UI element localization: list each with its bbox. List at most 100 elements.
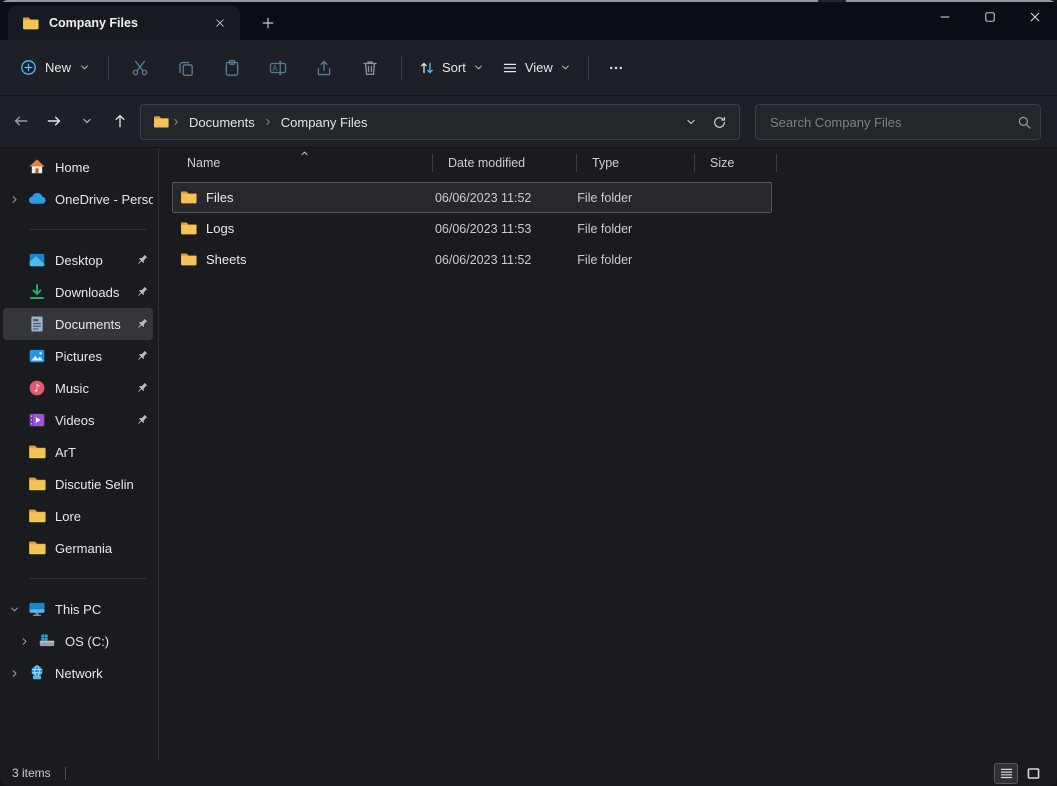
chevron-right-icon[interactable] bbox=[3, 194, 25, 205]
address-bar[interactable]: Documents Company Files bbox=[140, 104, 740, 140]
toolbar-divider bbox=[588, 56, 589, 80]
chevron-right-icon[interactable] bbox=[13, 636, 35, 647]
details-view-icon bbox=[999, 766, 1014, 781]
desktop-icon bbox=[25, 251, 49, 269]
minimize-button[interactable] bbox=[922, 0, 967, 34]
sort-ascending-icon bbox=[299, 148, 310, 159]
file-name-cell: Logs bbox=[173, 220, 431, 237]
items-count: 3 items bbox=[12, 766, 51, 780]
search-box[interactable] bbox=[755, 104, 1041, 140]
close-icon bbox=[1028, 10, 1042, 24]
share-icon bbox=[315, 59, 333, 77]
chevron-right-icon[interactable] bbox=[3, 668, 25, 679]
file-name-cell: Files bbox=[173, 189, 431, 206]
rename-button[interactable]: A bbox=[255, 50, 301, 86]
sidebar-item-this-pc[interactable]: This PC bbox=[3, 593, 153, 625]
recent-locations-button[interactable] bbox=[70, 104, 103, 138]
music-icon: ♪ bbox=[25, 379, 49, 397]
search-icon bbox=[1017, 115, 1032, 130]
close-tab-icon[interactable] bbox=[208, 11, 232, 35]
close-window-button[interactable] bbox=[1012, 0, 1057, 34]
paste-button[interactable] bbox=[209, 50, 255, 86]
sidebar-item-pictures[interactable]: Pictures bbox=[3, 340, 153, 372]
pin-icon bbox=[131, 349, 153, 363]
new-tab-button[interactable] bbox=[254, 9, 282, 37]
forward-button[interactable] bbox=[37, 104, 70, 138]
sidebar-item-label: Music bbox=[55, 381, 131, 396]
navigation-bar: Documents Company Files bbox=[0, 96, 1057, 148]
plus-circle-icon bbox=[20, 59, 37, 76]
delete-icon bbox=[361, 59, 379, 77]
column-header-type[interactable]: Type bbox=[577, 148, 695, 178]
folder-icon[interactable] bbox=[153, 114, 169, 130]
copy-button[interactable] bbox=[163, 50, 209, 86]
share-button[interactable] bbox=[301, 50, 347, 86]
column-header-name[interactable]: Name bbox=[172, 148, 433, 178]
network-icon bbox=[25, 664, 49, 682]
pictures-icon bbox=[25, 347, 49, 365]
maximize-button[interactable] bbox=[967, 0, 1012, 34]
search-input[interactable] bbox=[768, 114, 1017, 131]
sidebar-item-music[interactable]: ♪ Music bbox=[3, 372, 153, 404]
svg-text:♪: ♪ bbox=[34, 384, 40, 395]
address-dropdown-button[interactable] bbox=[677, 108, 705, 136]
sidebar-item-documents[interactable]: Documents bbox=[3, 308, 153, 340]
arrow-left-icon bbox=[13, 113, 29, 129]
breadcrumb-item-company-files[interactable]: Company Files bbox=[275, 112, 374, 133]
sidebar-item-home[interactable]: Home bbox=[3, 151, 153, 183]
folder-icon bbox=[25, 443, 49, 461]
sidebar-item-label: Desktop bbox=[55, 253, 131, 268]
sidebar-item-network[interactable]: Network bbox=[3, 657, 153, 689]
statusbar-divider bbox=[65, 767, 66, 780]
file-row-files[interactable]: Files06/06/2023 11:52File folder bbox=[172, 182, 772, 213]
file-name: Files bbox=[206, 190, 233, 205]
delete-button[interactable] bbox=[347, 50, 393, 86]
sidebar-item-os-c[interactable]: OS (C:) bbox=[3, 625, 153, 657]
sidebar-item-germania[interactable]: Germania bbox=[3, 532, 153, 564]
tab-title: Company Files bbox=[49, 16, 208, 30]
minimize-icon bbox=[938, 10, 952, 24]
file-explorer-window: Company Files New A Sort View bbox=[0, 0, 1057, 786]
column-divider[interactable] bbox=[776, 154, 777, 172]
file-name: Sheets bbox=[206, 252, 246, 267]
sidebar-item-lore[interactable]: Lore bbox=[3, 500, 153, 532]
column-header-label: Size bbox=[710, 156, 734, 170]
ellipsis-icon bbox=[608, 60, 624, 76]
cut-button[interactable] bbox=[117, 50, 163, 86]
chevron-down-icon bbox=[560, 62, 571, 73]
sidebar-item-label: ArT bbox=[55, 445, 153, 460]
pin-icon bbox=[131, 285, 153, 299]
column-header-size[interactable]: Size bbox=[695, 148, 777, 178]
sidebar-item-art[interactable]: ArT bbox=[3, 436, 153, 468]
file-row-sheets[interactable]: Sheets06/06/2023 11:52File folder bbox=[172, 244, 772, 275]
back-button[interactable] bbox=[4, 104, 37, 138]
sidebar-item-label: Documents bbox=[55, 317, 131, 332]
sidebar-divider bbox=[30, 229, 146, 230]
sidebar-item-discutie-selin[interactable]: Discutie Selin bbox=[3, 468, 153, 500]
sidebar-item-downloads[interactable]: Downloads bbox=[3, 276, 153, 308]
sort-button[interactable]: Sort bbox=[410, 50, 493, 86]
up-button[interactable] bbox=[103, 104, 136, 138]
chevron-down-icon[interactable] bbox=[3, 604, 25, 615]
sidebar-item-videos[interactable]: Videos bbox=[3, 404, 153, 436]
icons-view-icon bbox=[1026, 766, 1041, 781]
more-options-button[interactable] bbox=[597, 50, 635, 86]
sidebar-item-label: Pictures bbox=[55, 349, 131, 364]
this-pc-icon bbox=[25, 600, 49, 618]
plus-icon bbox=[261, 16, 275, 30]
breadcrumb-item-documents[interactable]: Documents bbox=[183, 112, 261, 133]
videos-icon bbox=[25, 411, 49, 429]
details-view-button[interactable] bbox=[994, 763, 1018, 784]
explorer-tab[interactable]: Company Files bbox=[8, 6, 240, 40]
file-row-logs[interactable]: Logs06/06/2023 11:53File folder bbox=[172, 213, 772, 244]
cut-icon bbox=[131, 59, 149, 77]
icons-view-button[interactable] bbox=[1021, 763, 1045, 784]
new-button[interactable]: New bbox=[10, 50, 100, 86]
sidebar-item-label: OneDrive - Persona bbox=[55, 192, 153, 207]
sidebar-item-onedrive-persona[interactable]: OneDrive - Persona bbox=[3, 183, 153, 215]
view-button[interactable]: View bbox=[493, 50, 580, 86]
column-header-date-modified[interactable]: Date modified bbox=[433, 148, 577, 178]
sidebar-item-label: OS (C:) bbox=[65, 634, 153, 649]
refresh-button[interactable] bbox=[705, 108, 733, 136]
sidebar-item-desktop[interactable]: Desktop bbox=[3, 244, 153, 276]
